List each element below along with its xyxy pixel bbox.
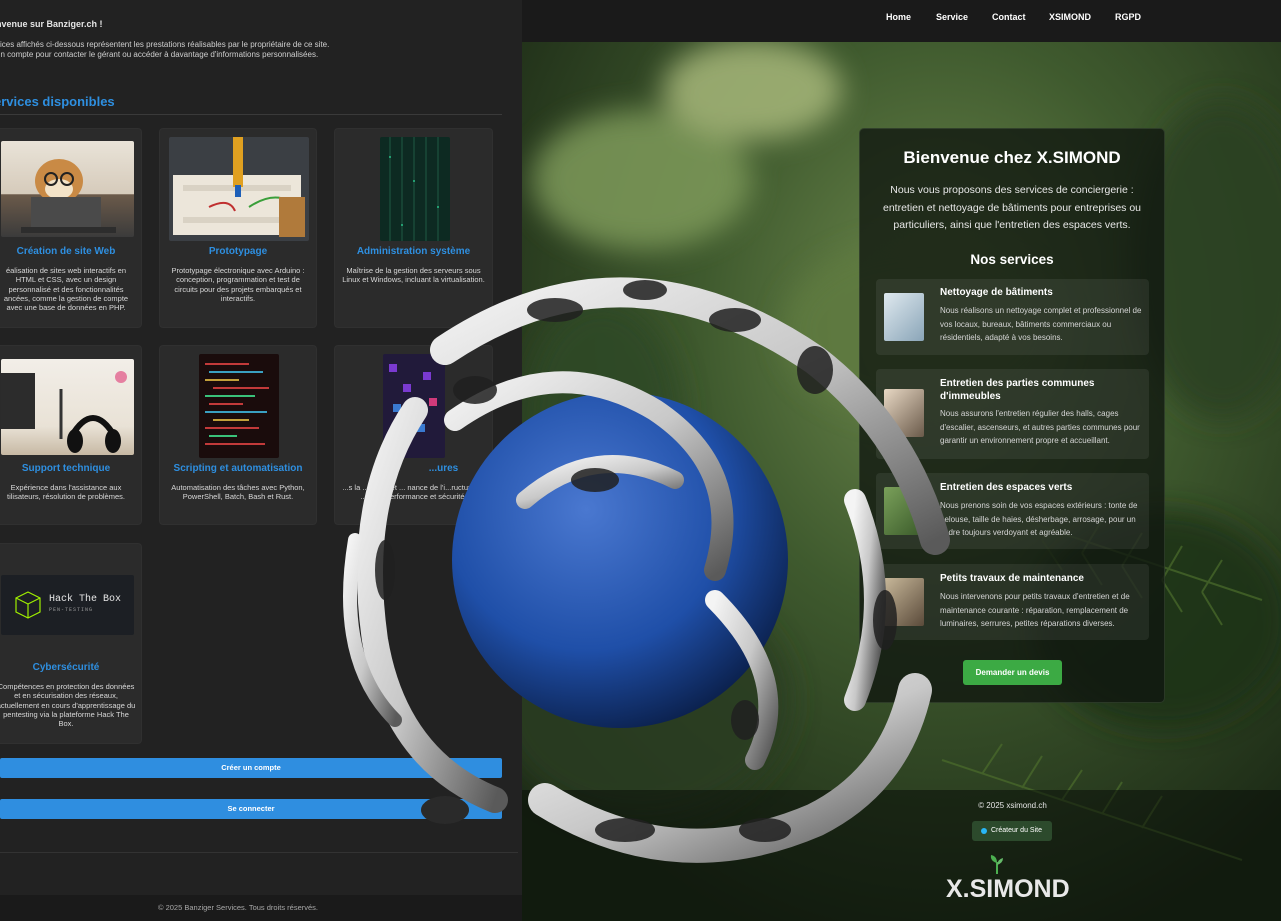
common-areas-image: [884, 389, 924, 437]
card-description: Maîtrise de la gestion des serveurs sous…: [342, 266, 485, 285]
welcome-panel: Bienvenue chez X.SIMOND Nous vous propos…: [859, 128, 1165, 703]
service-card-web[interactable]: Création de site Web éalisation de sites…: [0, 128, 142, 328]
intro-text-line-2: un compte pour contacter le gérant ou ac…: [0, 50, 319, 59]
service-card-scripting[interactable]: Scripting et automatisation Automatisati…: [159, 345, 317, 525]
create-account-button[interactable]: Créer un compte: [0, 758, 502, 778]
xsimond-logo: X.SIMOND: [946, 875, 1070, 903]
htb-logo-subtext: PEN-TESTING: [49, 607, 94, 613]
card-title: Prototypage: [208, 246, 268, 257]
services-section-title: ervices disponibles: [0, 94, 115, 109]
headset-desk-image: [1, 359, 134, 455]
card-title: Scripting et automatisation: [173, 463, 303, 474]
building-cleaning-image: [884, 293, 924, 341]
nav-xsimond[interactable]: XSIMOND: [1049, 12, 1091, 22]
network-cables-image: [383, 354, 445, 458]
htb-logo-text: Hack The Box: [49, 594, 122, 605]
card-title: Administration système: [356, 246, 471, 257]
card-title: ...ures: [428, 463, 459, 474]
service-item: Nettoyage de bâtiments Nous réalisons un…: [876, 279, 1149, 355]
service-title: Entretien des espaces verts: [940, 482, 1073, 493]
site-creator-button[interactable]: Créateur du Site: [972, 821, 1052, 841]
maintenance-image: [884, 578, 924, 626]
nav-service[interactable]: Service: [936, 12, 968, 22]
card-title: Cybersécurité: [32, 662, 100, 673]
request-quote-button[interactable]: Demander un devis: [963, 660, 1062, 685]
service-card-support[interactable]: Support technique Expérience dans l'assi…: [0, 345, 142, 525]
service-item: Entretien des parties communes d'immeubl…: [876, 369, 1149, 459]
cat-laptop-image: [1, 141, 134, 237]
breadboard-image: [169, 137, 309, 241]
intro-text: Nous vous proposons des services de conc…: [883, 184, 1141, 231]
nav-contact[interactable]: Contact: [992, 12, 1026, 22]
card-title: Support technique: [21, 463, 111, 474]
green-spaces-image: [884, 487, 924, 535]
services-heading: Nos services: [970, 252, 1054, 267]
service-card-admin[interactable]: Administration système Maîtrise de la ge…: [334, 128, 493, 328]
card-description: ...s la ... place et ... nance de l'i...…: [342, 483, 485, 502]
card-description: Automatisation des tâches avec Python, P…: [171, 483, 305, 502]
service-description: Nous assurons l'entretien régulier des h…: [940, 409, 1140, 446]
service-item: Petits travaux de maintenance Nous inter…: [876, 564, 1149, 640]
card-description: Expérience dans l'assistance aux tilisat…: [7, 483, 125, 502]
service-description: Nous prenons soin de vos espaces extérie…: [940, 501, 1138, 538]
nav-rgpd[interactable]: RGPD: [1115, 12, 1141, 22]
nav-home[interactable]: Home: [886, 12, 911, 22]
section-divider: [0, 114, 502, 115]
code-screen-image: [199, 354, 279, 458]
intro-text-line-1: vices affichés ci-dessous représentent l…: [0, 40, 330, 49]
footer-copyright: © 2025 Banziger Services. Tous droits ré…: [157, 903, 319, 912]
service-description: Nous réalisons un nettoyage complet et p…: [940, 306, 1142, 343]
banziger-page: nvenue sur Banziger.ch ! vices affichés …: [0, 0, 522, 921]
leaf-icon: [990, 855, 1003, 874]
status-dot-icon: [981, 828, 987, 834]
service-card-infrastructure[interactable]: ...ures ...s la ... place et ... nance d…: [334, 345, 493, 525]
card-description: Prototypage électronique avec Arduino : …: [171, 266, 305, 303]
screen: nvenue sur Banziger.ch ! vices affichés …: [0, 0, 1281, 921]
service-card-cybersecurite[interactable]: Hack The Box PEN-TESTING Cybersécurité C…: [0, 543, 142, 744]
page-title: Bienvenue chez X.SIMOND: [903, 148, 1121, 167]
service-description: Nous intervenons pour petits travaux d'e…: [940, 592, 1130, 629]
service-card-prototypage[interactable]: Prototypage Prototypage électronique ave…: [159, 128, 317, 328]
server-rack-image: [380, 137, 450, 241]
card-description: éalisation de sites web interactifs en H…: [3, 266, 129, 313]
xsimond-page: Home Service Contact XSIMOND RGPD Bienve…: [522, 0, 1281, 921]
service-title: Petits travaux de maintenance: [940, 573, 1084, 584]
login-button[interactable]: Se connecter: [0, 799, 502, 819]
card-title: Création de site Web: [16, 246, 116, 257]
service-title: Entretien des parties communes d'immeubl…: [940, 378, 1095, 402]
card-description: Compétences en protection des données et…: [0, 682, 136, 729]
service-item: Entretien des espaces verts Nous prenons…: [876, 473, 1149, 549]
hackthebox-logo-image: Hack The Box PEN-TESTING: [1, 575, 134, 635]
service-title: Nettoyage de bâtiments: [940, 287, 1053, 298]
welcome-heading: nvenue sur Banziger.ch !: [0, 19, 103, 29]
footer-copyright: © 2025 xsimond.ch: [978, 801, 1047, 810]
site-creator-label: Créateur du Site: [991, 827, 1042, 834]
panel-divider: [0, 852, 518, 853]
